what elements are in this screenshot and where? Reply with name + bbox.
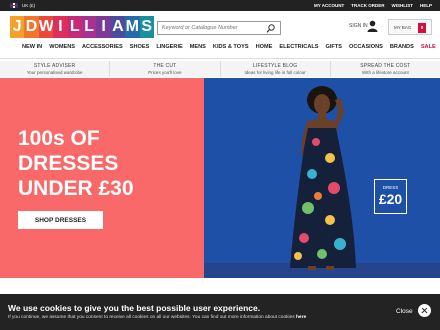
track-order-link[interactable]: TRACK ORDER: [351, 3, 384, 8]
cookie-banner: We use cookies to give you the best poss…: [0, 294, 440, 330]
nav-item-shoes[interactable]: SHOES: [130, 44, 150, 56]
promo-subtitle: With a lifestore account: [361, 70, 409, 75]
logo-letter: J: [10, 16, 25, 38]
price-tag-value: £20: [378, 191, 403, 207]
nav-item-brands[interactable]: BRANDS: [390, 44, 414, 56]
close-icon[interactable]: [418, 304, 431, 317]
nav-divider: [0, 58, 440, 59]
nav-item-mens[interactable]: MENS: [190, 44, 206, 56]
logo-letter: S: [139, 16, 154, 38]
main-navigation: NEW IN WOMENS ACCESSORIES SHOES LINGERIE…: [22, 44, 436, 56]
dress-price-tag[interactable]: DRESS £20: [374, 179, 407, 214]
promo-subtitle: Prices you'll love: [148, 70, 182, 75]
cookie-body: If you continue, we assume that you cons…: [8, 315, 306, 320]
promo-title: THE CUT: [153, 63, 177, 69]
logo-letter: L: [81, 16, 97, 38]
logo-letter: L: [67, 16, 82, 38]
promo-title: LIFESTYLE BLOG: [252, 63, 298, 69]
price-tag-label: DRESS: [382, 185, 399, 190]
nav-item-home[interactable]: HOME: [256, 44, 273, 56]
promo-subtitle: Your personalised wardrobe: [26, 70, 83, 75]
logo-letter: I: [53, 16, 68, 38]
shop-dresses-button[interactable]: SHOP DRESSES: [18, 211, 103, 229]
nav-item-lingerie[interactable]: LINGERIE: [156, 44, 182, 56]
sign-in-link[interactable]: SIGN IN: [349, 23, 368, 29]
model-in-floral-dress-image: [290, 86, 356, 270]
bag-count-badge: 0: [420, 25, 424, 30]
promo-style-adviser[interactable]: STYLE ADVISER Your personalised wardrobe: [0, 61, 111, 77]
my-account-link[interactable]: MY ACCOUNT: [314, 3, 344, 8]
logo-letter: D: [24, 16, 39, 38]
promo-strip: STYLE ADVISER Your personalised wardrobe…: [0, 61, 440, 77]
my-bag-label: MY BAG: [394, 25, 412, 30]
search-icon[interactable]: [266, 24, 276, 33]
nav-item-accessories[interactable]: ACCESSORIES: [82, 44, 123, 56]
top-utility-bar: UK (£) MY ACCOUNT TRACK ORDER WISHLIST H…: [0, 0, 440, 11]
nav-item-womens[interactable]: WOMENS: [49, 44, 75, 56]
promo-lifestyle-blog[interactable]: LIFESTYLE BLOG Ideas for living life in …: [221, 61, 331, 77]
logo-letter: W: [38, 16, 54, 38]
my-bag-button[interactable]: MY BAG 0: [388, 19, 432, 35]
nav-item-new-in[interactable]: NEW IN: [22, 44, 42, 56]
promo-title: SPREAD THE COST: [360, 63, 411, 69]
jdwilliams-logo[interactable]: JDWILLIAMS: [10, 16, 154, 38]
nav-item-gifts[interactable]: GIFTS: [326, 44, 342, 56]
region-selector[interactable]: UK (£): [22, 3, 35, 8]
nav-item-kids-toys[interactable]: KIDS & TOYS: [213, 44, 249, 56]
user-icon[interactable]: [367, 20, 378, 32]
cookie-more-info-link[interactable]: here: [296, 315, 306, 320]
uk-flag-icon[interactable]: [10, 3, 18, 8]
promo-spread-the-cost[interactable]: SPREAD THE COST With a lifestore account: [331, 61, 440, 77]
logo-letter: A: [110, 16, 126, 38]
logo-letter: M: [125, 16, 140, 38]
logo-letter: I: [96, 16, 111, 38]
promo-title: STYLE ADVISER: [33, 63, 76, 69]
nav-item-occasions[interactable]: OCCASIONS: [349, 44, 383, 56]
search-input[interactable]: [162, 23, 262, 33]
promo-the-cut[interactable]: THE CUT Prices you'll love: [110, 61, 221, 77]
wishlist-link[interactable]: WISHLIST: [391, 3, 413, 8]
help-link[interactable]: HELP: [420, 3, 432, 8]
nav-item-sale[interactable]: SALE: [421, 44, 436, 56]
cookie-close-label[interactable]: Close: [396, 308, 413, 315]
cookie-body-text: If you continue, we assume that you cons…: [8, 315, 296, 320]
utility-links: MY ACCOUNT TRACK ORDER WISHLIST HELP: [314, 3, 432, 8]
nav-item-electricals[interactable]: ELECTRICALS: [279, 44, 318, 56]
promo-subtitle: Ideas for living life in full colour: [244, 70, 306, 75]
hero-headline: 100s OF DRESSES UNDER £30: [18, 127, 134, 200]
cookie-title: We use cookies to give you the best poss…: [8, 303, 261, 313]
hero-image-panel[interactable]: [204, 78, 440, 278]
search-box: [157, 21, 281, 35]
